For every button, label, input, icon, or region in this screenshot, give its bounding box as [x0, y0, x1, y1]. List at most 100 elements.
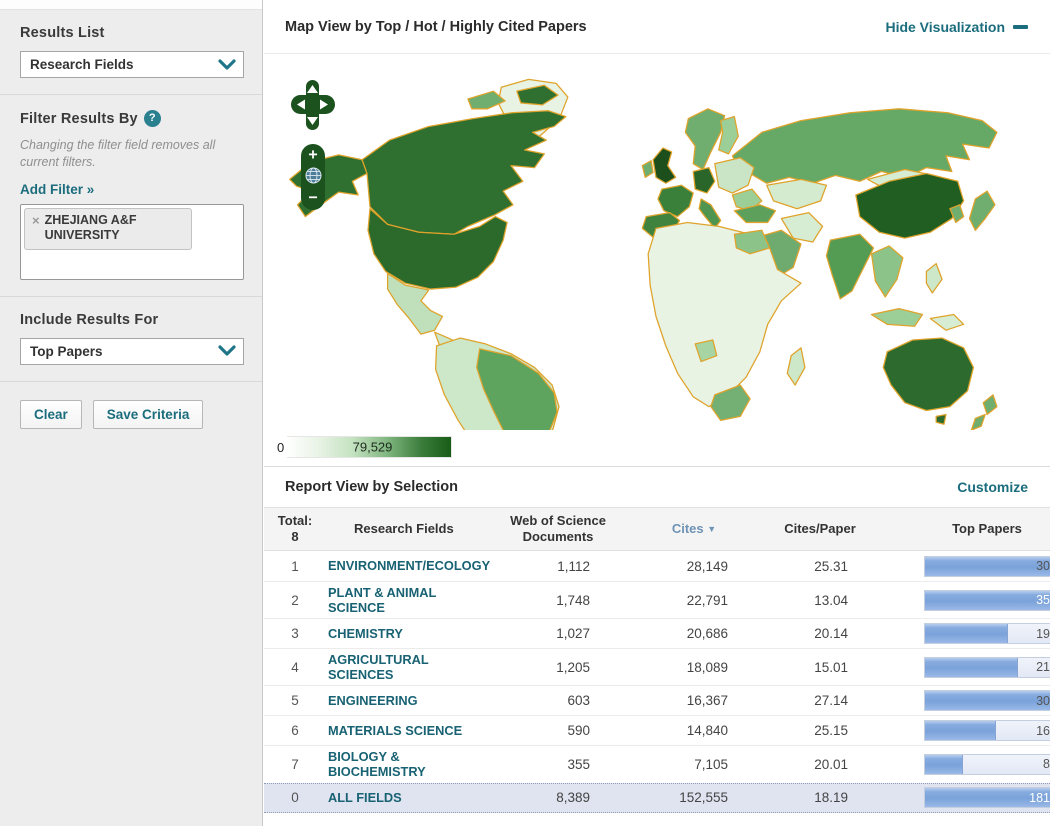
- map-zoom-control: + −: [301, 144, 325, 210]
- research-field-link[interactable]: ENGINEERING: [328, 693, 418, 708]
- column-header-cites[interactable]: Cites ▼: [632, 521, 756, 537]
- row-top-papers-value: 21: [1036, 660, 1050, 675]
- top-papers-bar[interactable]: [924, 720, 1050, 742]
- research-field-link[interactable]: ALL FIELDS: [328, 790, 402, 805]
- save-criteria-button[interactable]: Save Criteria: [92, 399, 204, 429]
- table-row: 0 ALL FIELDS 8,389 152,555 18.19 181: [264, 782, 1050, 813]
- row-wos-documents: 1,027: [556, 626, 590, 642]
- column-header-wos-documents[interactable]: Web of Science Documents: [484, 513, 632, 544]
- top-papers-bar[interactable]: [924, 690, 1050, 712]
- hide-visualization-label: Hide Visualization: [885, 18, 1005, 35]
- table-row: 7 BIOLOGY & BIOCHEMISTRY 355 7,105 20.01…: [264, 745, 1050, 782]
- research-field-link[interactable]: CHEMISTRY: [328, 626, 403, 641]
- row-wos-documents: 603: [567, 693, 590, 709]
- row-cites-per-paper: 15.01: [814, 659, 848, 675]
- column-header-research-fields[interactable]: Research Fields: [326, 521, 484, 537]
- map-region-indonesia[interactable]: [870, 308, 924, 327]
- results-list-dropdown[interactable]: Research Fields: [20, 51, 244, 78]
- top-papers-bar[interactable]: [924, 753, 1050, 775]
- top-papers-bar-fill: [925, 590, 1050, 610]
- row-cites: 28,149: [686, 558, 728, 574]
- map-region-new-zealand[interactable]: [970, 394, 998, 430]
- results-list-heading: Results List: [20, 25, 105, 41]
- row-top-papers-value: 8: [1043, 757, 1050, 772]
- total-header: Total: 8: [264, 513, 326, 544]
- column-header-cites-per-paper[interactable]: Cites/Paper: [756, 521, 884, 537]
- remove-filter-icon[interactable]: ×: [32, 213, 40, 229]
- customize-link[interactable]: Customize: [957, 479, 1028, 495]
- world-map[interactable]: [272, 58, 1041, 430]
- row-wos-documents: 590: [567, 723, 590, 739]
- map-region-korea[interactable]: [949, 204, 965, 224]
- filter-tag[interactable]: × ZHEJIANG A&F UNIVERSITY: [24, 207, 192, 250]
- top-papers-bar[interactable]: [924, 555, 1050, 577]
- include-results-heading: Include Results For: [20, 311, 159, 328]
- top-papers-bar[interactable]: [924, 656, 1050, 678]
- research-field-link[interactable]: AGRICULTURAL SCIENCES: [328, 652, 463, 682]
- help-icon[interactable]: ?: [143, 110, 161, 127]
- include-results-dropdown[interactable]: Top Papers: [20, 337, 244, 365]
- map-region-uk[interactable]: [652, 147, 677, 184]
- column-header-top-papers[interactable]: Top Papers: [884, 521, 1050, 537]
- table-row: 5 ENGINEERING 603 16,367 27.14 30: [264, 685, 1050, 715]
- filters-sidebar: Results List Research Fields Filter Resu…: [0, 0, 263, 826]
- clear-button[interactable]: Clear: [20, 399, 82, 429]
- legend-max-value: 79,529: [352, 439, 393, 455]
- add-filter-link[interactable]: Add Filter »: [20, 182, 94, 197]
- total-label: Total:: [277, 513, 313, 529]
- row-top-papers-value: 19: [1036, 626, 1050, 641]
- map-region-japan[interactable]: [968, 190, 996, 231]
- map-region-madagascar[interactable]: [786, 347, 806, 386]
- row-top-papers-value: 30: [1036, 559, 1050, 573]
- map-region-ireland[interactable]: [641, 160, 654, 179]
- top-papers-bar-fill: [925, 624, 1008, 644]
- filter-results-heading-text: Filter Results By: [20, 111, 138, 127]
- row-cites: 20,686: [686, 626, 728, 642]
- hide-visualization-link[interactable]: Hide Visualization: [885, 19, 1028, 35]
- research-field-link[interactable]: MATERIALS SCIENCE: [328, 723, 462, 738]
- map-region-kazakhstan[interactable]: [766, 178, 828, 210]
- top-papers-bar[interactable]: [924, 623, 1050, 645]
- globe-icon[interactable]: [305, 167, 322, 184]
- total-value: 8: [291, 529, 299, 544]
- map-region-philippines[interactable]: [925, 262, 943, 294]
- table-row: 3 CHEMISTRY 1,027 20,686 20.14 19: [264, 618, 1050, 648]
- main-panel: Map View by Top / Hot / Highly Cited Pap…: [264, 0, 1050, 826]
- map-region-scandinavia[interactable]: [684, 108, 726, 171]
- row-cites-per-paper: 20.01: [814, 756, 848, 772]
- top-papers-bar-fill: [925, 657, 1019, 677]
- map-region-india[interactable]: [825, 233, 875, 300]
- map-region-new-guinea[interactable]: [929, 313, 965, 331]
- cites-header-label: Cites: [671, 521, 704, 537]
- top-papers-bar-fill: [925, 721, 997, 741]
- research-field-link[interactable]: BIOLOGY & BIOCHEMISTRY: [328, 749, 463, 779]
- row-cites: 152,555: [679, 790, 728, 806]
- report-view-header: Report View by Selection Customize: [264, 467, 1050, 507]
- map-region-finland[interactable]: [718, 116, 739, 155]
- map-region-southeast-asia[interactable]: [870, 245, 904, 298]
- map-region-france[interactable]: [657, 184, 694, 218]
- map-region-tasmania[interactable]: [935, 413, 947, 425]
- map-region-china[interactable]: [855, 172, 965, 239]
- row-wos-documents: 8,389: [556, 790, 590, 806]
- row-cites-per-paper: 27.14: [814, 693, 848, 709]
- map-region-canada[interactable]: [361, 110, 567, 235]
- zoom-out-button[interactable]: −: [308, 190, 317, 205]
- zoom-in-button[interactable]: +: [308, 147, 317, 162]
- map-region-germany[interactable]: [692, 166, 716, 194]
- row-wos-documents: 1,112: [557, 558, 590, 574]
- map-region-eastern-europe[interactable]: [714, 157, 755, 194]
- top-papers-bar[interactable]: [924, 589, 1050, 611]
- row-cites: 16,367: [686, 693, 728, 709]
- row-rank: 7: [291, 756, 299, 772]
- map-pan-control[interactable]: [290, 79, 336, 131]
- map-region-russia[interactable]: [731, 108, 998, 184]
- table-row: 2 PLANT & ANIMAL SCIENCE 1,748 22,791 13…: [264, 581, 1050, 618]
- research-field-link[interactable]: PLANT & ANIMAL SCIENCE: [328, 585, 463, 615]
- sort-desc-icon: ▼: [707, 524, 717, 535]
- row-wos-documents: 1,748: [556, 592, 590, 608]
- row-rank: 0: [291, 790, 299, 806]
- row-cites-per-paper: 18.19: [814, 790, 848, 806]
- map-region-australia[interactable]: [882, 337, 975, 412]
- research-field-link[interactable]: ENVIRONMENT/ECOLOGY: [328, 558, 490, 573]
